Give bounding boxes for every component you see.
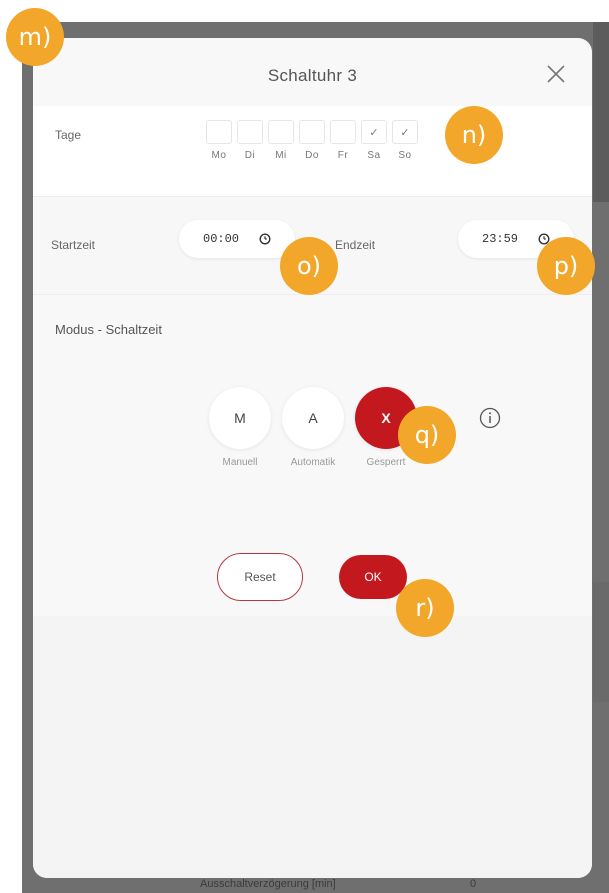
clock-icon	[259, 233, 271, 245]
start-time-input[interactable]: 00:00	[179, 220, 295, 258]
end-time-label: Endzeit	[335, 238, 376, 252]
mode-manual-button[interactable]: M	[209, 387, 271, 449]
day-label: Mi	[275, 150, 287, 161]
annotation-badge-n: n)	[445, 106, 503, 164]
annotation-badge-o: o)	[280, 237, 338, 295]
day-do[interactable]: Do	[298, 120, 326, 161]
mode-caption: Automatik	[290, 457, 336, 468]
annotation-badge-p: p)	[537, 237, 595, 295]
day-fr[interactable]: Fr	[329, 120, 357, 161]
day-checkbox[interactable]: ✓	[392, 120, 418, 144]
annotation-badge-m: m)	[6, 8, 64, 66]
mode-section: Modus - Schaltzeit M Manuell A Automatik…	[33, 296, 592, 616]
schaltuhr-dialog: Schaltuhr 3 Tage Mo Di Mi Do Fr ✓ Sa ✓ S…	[33, 38, 592, 878]
annotation-badge-q: q)	[398, 406, 456, 464]
dialog-empty-area	[33, 616, 592, 878]
mode-title: Modus - Schaltzeit	[55, 322, 162, 337]
end-time-value: 23:59	[482, 232, 519, 246]
backdrop-strip	[593, 582, 609, 702]
day-checkbox[interactable]	[268, 120, 294, 144]
dialog-title: Schaltuhr 3	[267, 66, 358, 85]
day-sa[interactable]: ✓ Sa	[360, 120, 388, 161]
day-checkbox[interactable]: ✓	[361, 120, 387, 144]
day-label: So	[398, 150, 412, 161]
day-label: Fr	[337, 150, 349, 161]
day-checkbox[interactable]	[206, 120, 232, 144]
ok-button[interactable]: OK	[339, 555, 407, 599]
day-selector: Mo Di Mi Do Fr ✓ Sa ✓ So	[205, 120, 419, 161]
mode-auto-button[interactable]: A	[282, 387, 344, 449]
day-checkbox[interactable]	[299, 120, 325, 144]
day-label: Sa	[367, 150, 381, 161]
day-di[interactable]: Di	[236, 120, 264, 161]
backdrop-strip	[593, 22, 609, 202]
day-checkbox[interactable]	[330, 120, 356, 144]
day-mo[interactable]: Mo	[205, 120, 233, 161]
annotation-badge-r: r)	[396, 579, 454, 637]
day-so[interactable]: ✓ So	[391, 120, 419, 161]
close-icon	[547, 65, 565, 83]
day-label: Mo	[211, 150, 227, 161]
day-label: Do	[305, 150, 319, 161]
day-checkbox[interactable]	[237, 120, 263, 144]
days-label: Tage	[55, 128, 82, 142]
days-section: Tage Mo Di Mi Do Fr ✓ Sa ✓ So	[33, 106, 592, 197]
day-mi[interactable]: Mi	[267, 120, 295, 161]
reset-button[interactable]: Reset	[217, 553, 303, 601]
mode-caption: Manuell	[222, 457, 258, 468]
start-time-label: Startzeit	[51, 238, 96, 252]
day-label: Di	[244, 150, 256, 161]
backdrop-setting-label: Ausschaltverzögerung [min]	[200, 878, 336, 890]
info-icon[interactable]	[479, 407, 501, 429]
start-time-value: 00:00	[203, 232, 240, 246]
backdrop-setting-value: 0	[470, 878, 477, 890]
close-button[interactable]	[542, 60, 570, 88]
